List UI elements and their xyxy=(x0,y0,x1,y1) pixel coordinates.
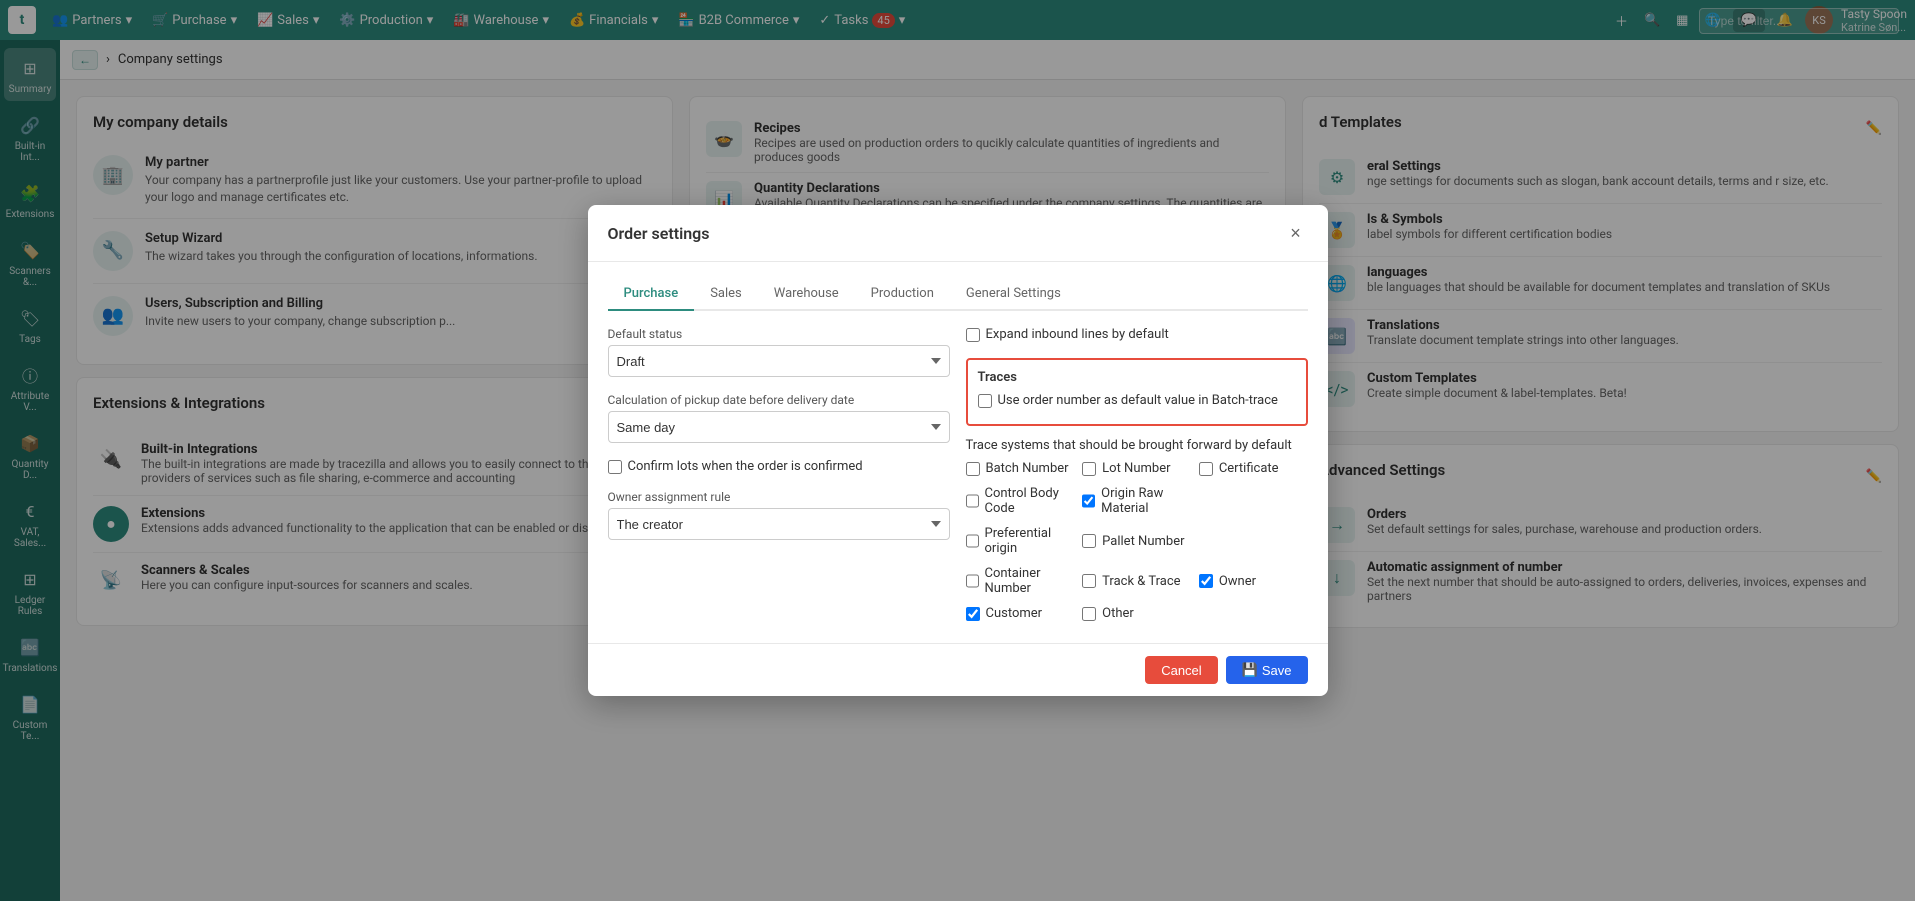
trace-owner[interactable]: Owner xyxy=(1199,566,1308,596)
traces-default-checkbox[interactable] xyxy=(978,394,992,408)
owner-assignment-select[interactable]: The creator xyxy=(608,508,950,540)
modal-overlay: Order settings × Purchase Sales Warehous… xyxy=(0,0,1915,901)
trace-container-number[interactable]: Container Number xyxy=(966,566,1075,596)
trace-batch-number[interactable]: Batch Number xyxy=(966,461,1075,476)
modal-title: Order settings xyxy=(608,224,710,243)
pickup-date-select[interactable]: Same day xyxy=(608,411,950,443)
save-icon: 💾 xyxy=(1242,662,1258,678)
other-checkbox[interactable] xyxy=(1082,607,1096,621)
trace-origin-raw[interactable]: Origin Raw Material xyxy=(1082,486,1191,516)
traces-default-label[interactable]: Use order number as default value in Bat… xyxy=(978,393,1296,408)
confirm-lots-checkbox[interactable] xyxy=(608,460,622,474)
expand-inbound-label[interactable]: Expand inbound lines by default xyxy=(966,327,1308,342)
pickup-date-section: Calculation of pickup date before delive… xyxy=(608,393,950,443)
save-button[interactable]: 💾 Save xyxy=(1226,656,1308,684)
tab-purchase[interactable]: Purchase xyxy=(608,278,695,311)
trace-control-body[interactable]: Control Body Code xyxy=(966,486,1075,516)
tab-sales[interactable]: Sales xyxy=(694,278,758,311)
customer-checkbox[interactable] xyxy=(966,607,980,621)
trace-track-trace[interactable]: Track & Trace xyxy=(1082,566,1191,596)
lot-number-checkbox[interactable] xyxy=(1082,462,1096,476)
confirm-lots-label[interactable]: Confirm lots when the order is confirmed xyxy=(608,459,950,474)
cancel-button[interactable]: Cancel xyxy=(1145,656,1217,684)
traces-title: Traces xyxy=(978,370,1296,385)
control-body-checkbox[interactable] xyxy=(966,494,979,508)
confirm-lots-section: Confirm lots when the order is confirmed xyxy=(608,459,950,474)
owner-checkbox[interactable] xyxy=(1199,574,1213,588)
default-status-section: Default status Draft xyxy=(608,327,950,377)
track-trace-checkbox[interactable] xyxy=(1082,574,1096,588)
origin-raw-checkbox[interactable] xyxy=(1082,494,1095,508)
modal-body: Purchase Sales Warehouse Production Gene… xyxy=(588,262,1328,643)
preferential-origin-checkbox[interactable] xyxy=(966,534,979,548)
modal-tab-list: Purchase Sales Warehouse Production Gene… xyxy=(608,278,1308,311)
modal-right: Expand inbound lines by default Traces U… xyxy=(966,327,1308,627)
default-status-select[interactable]: Draft xyxy=(608,345,950,377)
trace-empty-1 xyxy=(1199,486,1308,516)
pickup-date-label: Calculation of pickup date before delive… xyxy=(608,393,950,407)
trace-systems-title: Trace systems that should be brought for… xyxy=(966,438,1308,453)
trace-systems-grid: Batch Number Lot Number Certificate xyxy=(966,461,1308,627)
traces-box: Traces Use order number as default value… xyxy=(966,358,1308,426)
trace-pallet-number[interactable]: Pallet Number xyxy=(1082,526,1191,556)
tab-general-settings[interactable]: General Settings xyxy=(950,278,1077,311)
trace-empty-2 xyxy=(1199,526,1308,556)
owner-assignment-label: Owner assignment rule xyxy=(608,490,950,504)
trace-certificate[interactable]: Certificate xyxy=(1199,461,1308,476)
modal-close-button[interactable]: × xyxy=(1284,221,1308,245)
modal-footer: Cancel 💾 Save xyxy=(588,643,1328,696)
certificate-checkbox[interactable] xyxy=(1199,462,1213,476)
expand-inbound-section: Expand inbound lines by default xyxy=(966,327,1308,342)
modal-two-col: Default status Draft Calculation of pick… xyxy=(608,327,1308,627)
owner-assignment-section: Owner assignment rule The creator xyxy=(608,490,950,540)
expand-inbound-checkbox[interactable] xyxy=(966,328,980,342)
default-status-label: Default status xyxy=(608,327,950,341)
container-number-checkbox[interactable] xyxy=(966,574,979,588)
trace-other[interactable]: Other xyxy=(1082,606,1191,621)
modal-header: Order settings × xyxy=(588,205,1328,262)
order-settings-modal: Order settings × Purchase Sales Warehous… xyxy=(588,205,1328,696)
batch-number-checkbox[interactable] xyxy=(966,462,980,476)
trace-preferential-origin[interactable]: Preferential origin xyxy=(966,526,1075,556)
pallet-number-checkbox[interactable] xyxy=(1082,534,1096,548)
tab-warehouse[interactable]: Warehouse xyxy=(758,278,855,311)
tab-production[interactable]: Production xyxy=(855,278,950,311)
modal-left: Default status Draft Calculation of pick… xyxy=(608,327,950,627)
trace-customer[interactable]: Customer xyxy=(966,606,1075,621)
trace-lot-number[interactable]: Lot Number xyxy=(1082,461,1191,476)
